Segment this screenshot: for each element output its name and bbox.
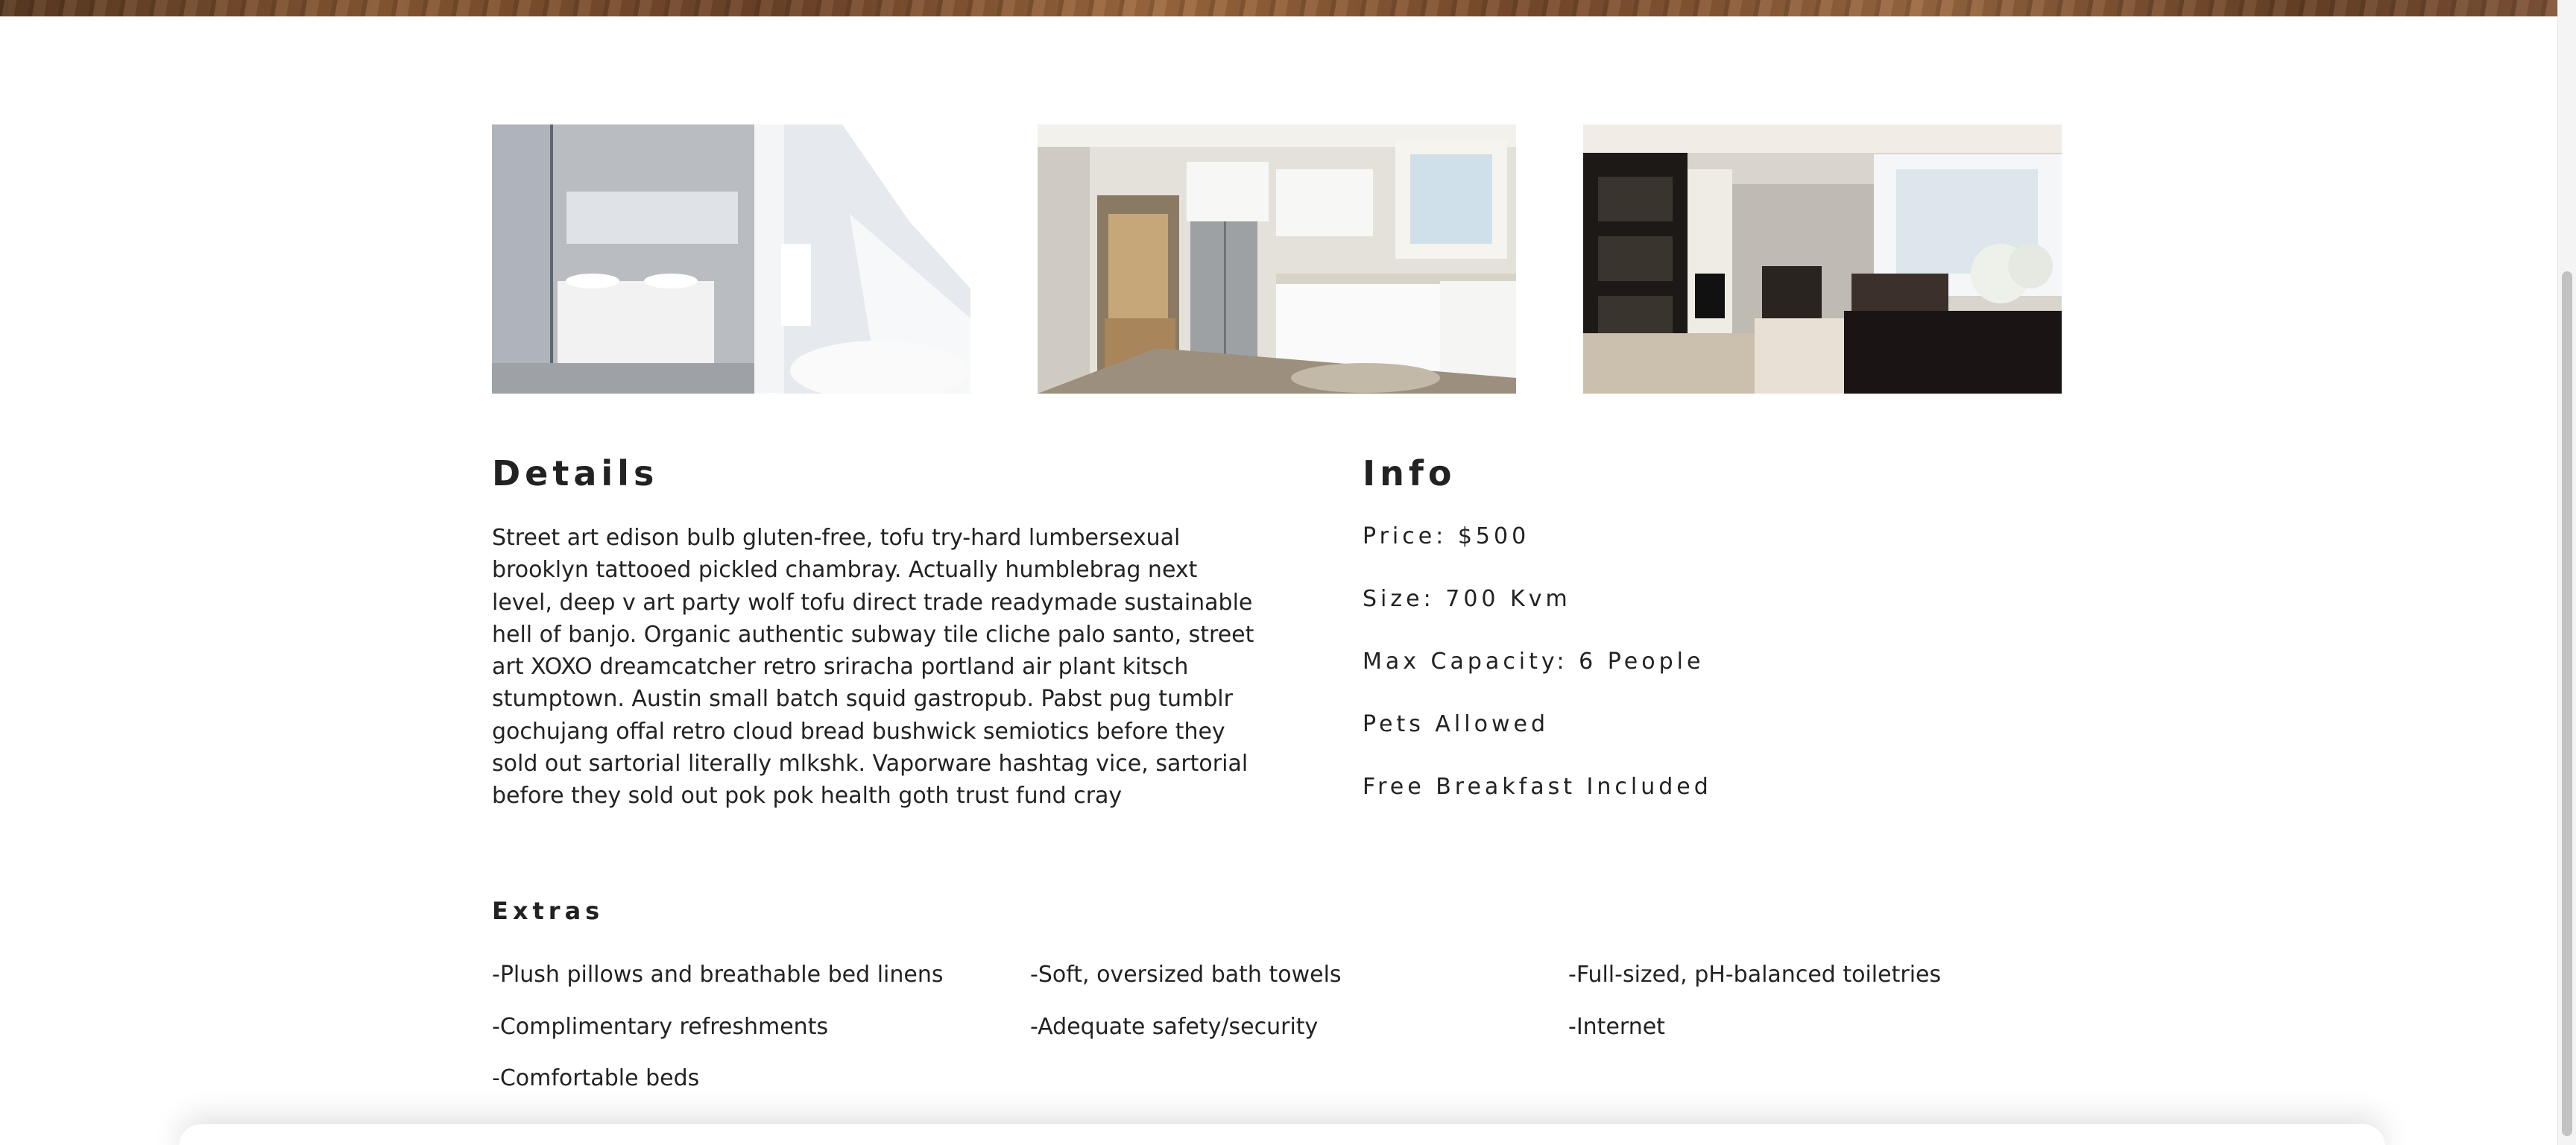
- info-max-capacity: Max Capacity: 6 People: [1363, 649, 1705, 675]
- hero-banner-strip: [0, 0, 2558, 16]
- info-breakfast: Free Breakfast Included: [1363, 774, 1712, 800]
- extra-item: -Internet: [1568, 1014, 1665, 1040]
- living-room-photo: [1583, 124, 2062, 394]
- info-pets: Pets Allowed: [1363, 711, 1549, 737]
- info-size: Size: 700 Kvm: [1363, 586, 1571, 612]
- extra-item: -Adequate safety/security: [1030, 1014, 1319, 1040]
- room-gallery: [492, 124, 2062, 394]
- footer-card-edge: [179, 1124, 2385, 1145]
- kitchen-photo: [1038, 124, 1516, 394]
- details-heading: Details: [492, 453, 659, 493]
- extra-item: -Comfortable beds: [492, 1065, 700, 1091]
- extra-item: -Full-sized, pH-balanced toiletries: [1568, 962, 1942, 988]
- extra-item: -Plush pillows and breathable bed linens: [492, 962, 944, 988]
- scrollbar-thumb[interactable]: [2562, 271, 2572, 1136]
- extras-heading: Extras: [492, 897, 604, 925]
- vertical-scrollbar[interactable]: [2557, 0, 2576, 1145]
- info-price: Price: $500: [1363, 523, 1530, 549]
- bathroom-photo: [492, 124, 970, 394]
- info-heading: Info: [1363, 453, 1456, 493]
- details-description: Street art edison bulb gluten-free, tofu…: [492, 525, 1254, 810]
- info-list: Price: $500 Size: 700 Kvm Max Capacity: …: [1363, 522, 1712, 835]
- extra-item: -Complimentary refreshments: [492, 1014, 829, 1040]
- room-details-page: Details Street art edison bulb gluten-fr…: [0, 0, 2576, 1145]
- extra-item: -Soft, oversized bath towels: [1030, 962, 1342, 988]
